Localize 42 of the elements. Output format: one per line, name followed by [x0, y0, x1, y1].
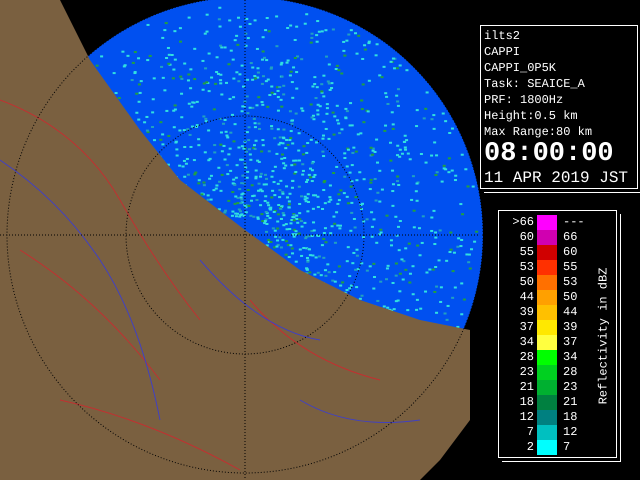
info-line: Height:0.5 km — [484, 108, 579, 124]
legend-high-label: 37 — [562, 335, 578, 350]
legend-high-label: 44 — [562, 305, 578, 320]
legend-low-label: >66 — [511, 215, 535, 230]
info-line: CAPPI_0P5K — [484, 60, 558, 76]
legend-low-label: 7 — [526, 425, 535, 440]
legend-low-label: 2 — [526, 440, 535, 455]
legend-high-label: 66 — [562, 230, 578, 245]
legend-high-label: 7 — [562, 440, 572, 455]
legend-high-label: 53 — [562, 275, 578, 290]
date-label: 11 APR 2019 JST — [484, 168, 628, 188]
legend-low-label: 55 — [518, 245, 535, 260]
legend-high-label: 34 — [562, 350, 578, 365]
legend-high-label: --- — [562, 215, 586, 230]
legend-low-label: 23 — [518, 365, 535, 380]
legend-low-label: 34 — [518, 335, 535, 350]
time-label: 08:00:00 — [484, 140, 615, 168]
legend-high-label: 21 — [562, 395, 578, 410]
legend-low-label: 21 — [518, 380, 535, 395]
legend-title: Reflectivity in dBZ — [595, 268, 611, 404]
legend-low-label: 60 — [518, 230, 535, 245]
legend-low-label: 50 — [518, 275, 535, 290]
legend-high-label: 23 — [562, 380, 578, 395]
info-line: CAPPI — [484, 44, 522, 60]
legend-high-label: 60 — [562, 245, 578, 260]
info-line: Max Range:80 km — [484, 124, 594, 140]
legend-low-label: 12 — [518, 410, 535, 425]
legend-high-label: 28 — [562, 365, 578, 380]
legend-high-label: 50 — [562, 290, 578, 305]
legend-low-label: 53 — [518, 260, 535, 275]
legend-high-label: 55 — [562, 260, 578, 275]
legend-low-label: 39 — [518, 305, 535, 320]
info-line: Task: SEAICE_A — [484, 76, 586, 92]
legend-high-label: 39 — [562, 320, 578, 335]
legend-low-label: 44 — [518, 290, 535, 305]
legend-low-label: 37 — [518, 320, 535, 335]
legend-low-label: 28 — [518, 350, 535, 365]
legend-high-label: 12 — [562, 425, 578, 440]
legend-low-label: 18 — [518, 395, 535, 410]
info-line: PRF: 1800Hz — [484, 92, 564, 108]
legend-high-label: 18 — [562, 410, 578, 425]
info-line: ilts2 — [484, 28, 522, 44]
